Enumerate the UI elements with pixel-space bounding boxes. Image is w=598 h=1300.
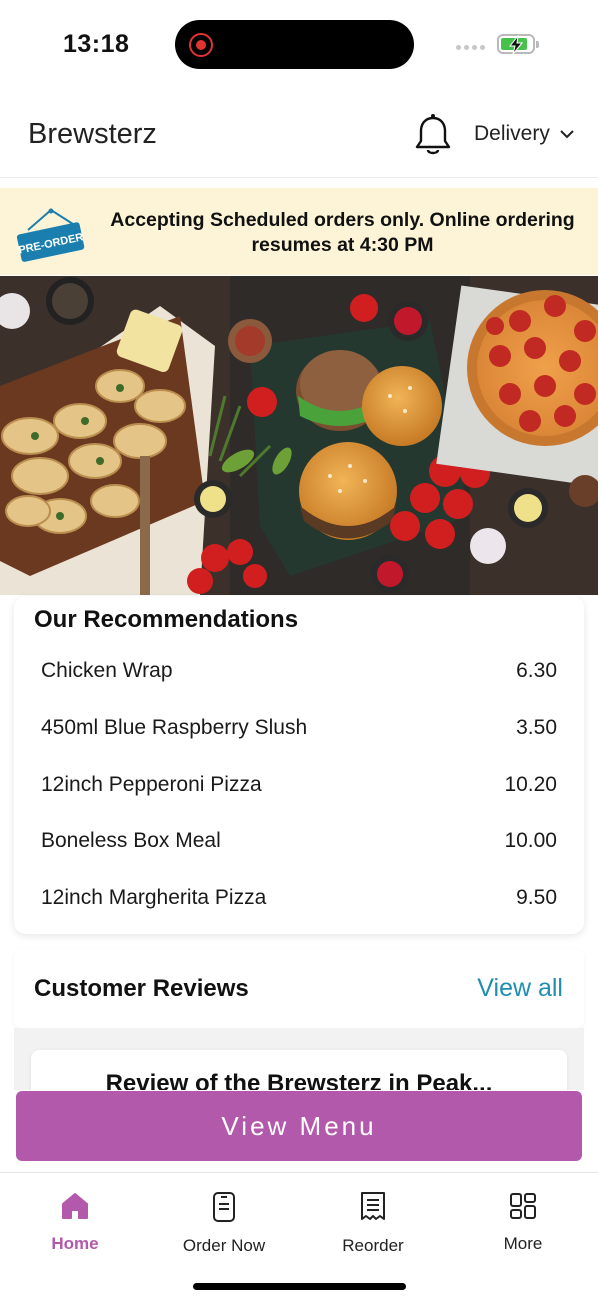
- review-card[interactable]: Review of the Brewsterz in Peak...: [31, 1050, 567, 1090]
- view-menu-button[interactable]: View Menu: [16, 1091, 582, 1161]
- item-name: Boneless Box Meal: [41, 829, 221, 853]
- bottom-navigation: Home Order Now Reorder More: [0, 1172, 598, 1300]
- recommendation-item[interactable]: 12inch Pepperoni Pizza 10.20: [14, 756, 584, 813]
- scheduled-orders-notice: PRE-ORDER Accepting Scheduled orders onl…: [0, 188, 598, 275]
- recommendation-item[interactable]: 450ml Blue Raspberry Slush 3.50: [14, 700, 584, 757]
- item-price: 10.00: [504, 829, 557, 853]
- delivery-mode-selector[interactable]: Delivery: [474, 122, 574, 146]
- chevron-down-icon: [560, 130, 574, 139]
- delivery-mode-label: Delivery: [474, 122, 550, 145]
- home-indicator: [193, 1283, 406, 1290]
- item-name: Chicken Wrap: [41, 659, 173, 683]
- nav-more[interactable]: More: [458, 1191, 588, 1254]
- customer-reviews-header: Customer Reviews View all: [14, 949, 584, 1028]
- nav-reorder-label: Reorder: [342, 1236, 404, 1255]
- nav-home[interactable]: Home: [10, 1191, 140, 1254]
- item-name: 12inch Pepperoni Pizza: [41, 772, 262, 796]
- dynamic-island: [175, 20, 414, 69]
- status-time: 13:18: [63, 30, 130, 58]
- battery-charging-icon: [497, 34, 539, 55]
- recommendation-item[interactable]: Boneless Box Meal 10.00: [14, 813, 584, 870]
- recommendations-card: Our Recommendations Chicken Wrap 6.30 45…: [14, 596, 584, 934]
- signal-icon: [456, 45, 485, 50]
- app-header: Brewsterz Delivery: [0, 98, 598, 178]
- grid-icon: [510, 1193, 536, 1219]
- hero-food-image: [0, 276, 598, 595]
- recommendations-list: Chicken Wrap 6.30 450ml Blue Raspberry S…: [14, 643, 584, 926]
- notice-message: Accepting Scheduled orders only. Online …: [110, 209, 575, 256]
- view-all-reviews-link[interactable]: View all: [477, 974, 563, 1003]
- phone-order-icon: [213, 1192, 235, 1222]
- status-bar: 13:18: [0, 0, 598, 90]
- preorder-sign-icon: PRE-ORDER: [14, 208, 88, 269]
- nav-order-now[interactable]: Order Now: [159, 1191, 289, 1256]
- recommendation-item[interactable]: 12inch Margherita Pizza 9.50: [14, 870, 584, 927]
- item-price: 6.30: [516, 659, 557, 683]
- nav-order-now-label: Order Now: [182, 1236, 266, 1255]
- reviews-title: Customer Reviews: [34, 975, 249, 1002]
- item-price: 3.50: [516, 716, 557, 740]
- notification-bell-icon[interactable]: [413, 112, 453, 163]
- item-name: 12inch Margherita Pizza: [41, 886, 267, 910]
- nav-more-label: More: [503, 1234, 543, 1253]
- nav-reorder[interactable]: Reorder: [308, 1191, 438, 1256]
- item-price: 9.50: [516, 886, 557, 910]
- recommendation-item[interactable]: Chicken Wrap 6.30: [14, 643, 584, 700]
- recommendations-title: Our Recommendations: [34, 606, 299, 633]
- receipt-icon: [361, 1192, 385, 1220]
- reviews-carousel[interactable]: Review of the Brewsterz in Peak...: [14, 1028, 584, 1090]
- item-name: 450ml Blue Raspberry Slush: [41, 716, 308, 740]
- screen-recording-icon: [189, 33, 213, 57]
- brand-title: Brewsterz: [28, 118, 157, 150]
- review-heading: Review of the Brewsterz in Peak...: [105, 1070, 493, 1090]
- nav-home-label: Home: [51, 1234, 99, 1253]
- item-price: 10.20: [504, 772, 557, 796]
- home-icon: [62, 1193, 88, 1219]
